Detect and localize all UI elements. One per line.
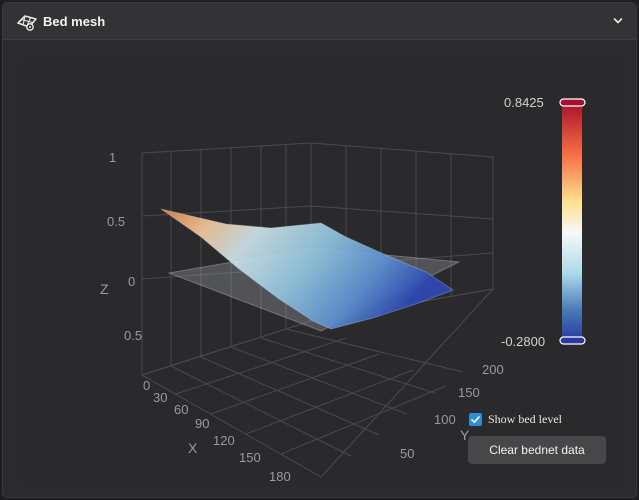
- z-tick-label: 0: [143, 378, 150, 393]
- page-title: Bed mesh: [43, 14, 106, 29]
- color-scale-max-handle[interactable]: [559, 98, 586, 107]
- z-tick-label: 1: [109, 150, 116, 165]
- y-tick-label: 200: [482, 362, 504, 377]
- panel-header[interactable]: Bed mesh: [3, 3, 636, 40]
- checkmark-icon: [471, 415, 480, 423]
- x-tick-label: 180: [269, 469, 291, 484]
- x-tick-label: 60: [174, 402, 188, 417]
- show-bed-level-toggle[interactable]: Show bed level: [469, 411, 562, 427]
- color-scale-max-label: 0.8425: [504, 95, 544, 110]
- z-tick-label: 0.5: [124, 328, 142, 343]
- z-tick-label: 0.5: [107, 214, 125, 229]
- bed-mesh-panel: Bed mesh 1 0.5 0 0.5 0 Z 30 60 90 120 15…: [2, 2, 637, 498]
- show-bed-level-checkbox[interactable]: [469, 412, 482, 426]
- y-tick-label: 150: [458, 385, 480, 400]
- clear-bednet-data-button[interactable]: Clear bednet data: [468, 436, 606, 464]
- x-tick-label: 90: [195, 416, 209, 431]
- color-scale-min-label: -0.2800: [501, 334, 546, 349]
- x-tick-label: 150: [239, 450, 261, 465]
- z-axis-label: Z: [100, 281, 109, 297]
- color-scale[interactable]: [559, 98, 586, 345]
- color-scale-min-handle[interactable]: [559, 336, 586, 345]
- x-tick-label: 30: [153, 390, 167, 405]
- y-tick-label: 50: [400, 446, 414, 461]
- x-axis-label: X: [188, 440, 198, 456]
- z-tick-label: 0: [128, 274, 135, 289]
- x-tick-label: 120: [213, 433, 235, 448]
- bed-mesh-icon: [17, 15, 37, 31]
- show-bed-level-label: Show bed level: [488, 411, 562, 426]
- chevron-down-icon[interactable]: [612, 16, 624, 26]
- y-tick-label: 100: [434, 412, 456, 427]
- bed-mesh-chart[interactable]: 1 0.5 0 0.5 0 Z 30 60 90 120 150 180 X 2…: [21, 57, 620, 487]
